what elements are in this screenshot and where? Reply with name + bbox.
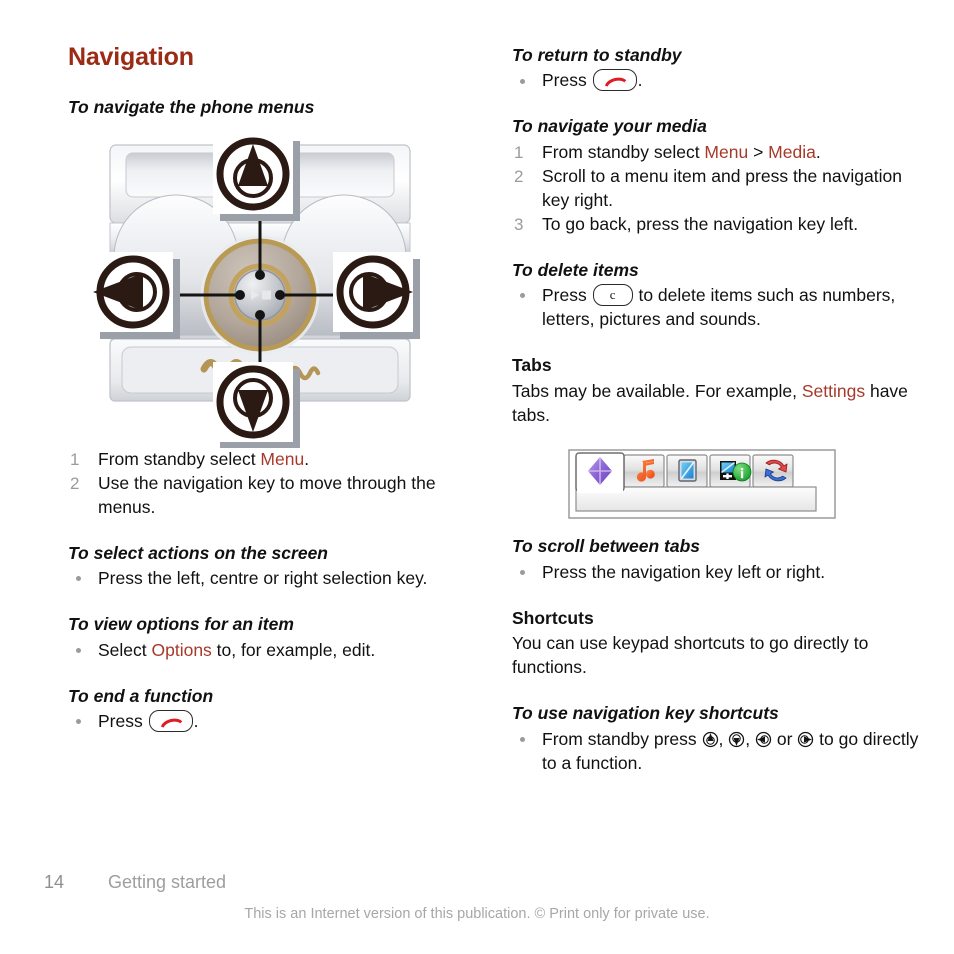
step-item: 2 Use the navigation key to move through … [68,472,478,520]
step-item: 1 From standby select Menu > Media. [512,141,922,165]
bullets-delete-items: Press c to delete items such as numbers,… [512,284,922,332]
ui-reference-settings: Settings [801,380,866,401]
ui-reference-menu: Menu [704,141,749,162]
bullets-end-function: Press . [68,710,478,734]
shortcuts-description: You can use keypad shortcuts to go direc… [512,633,869,678]
step-number: 1 [70,449,80,469]
bullet-text: Select [98,639,152,660]
steps-navigate-phone-menus: 1 From standby select Menu. 2 Use the navi… [68,448,478,520]
end-call-key-icon [592,69,637,92]
bullet-text-after: . [637,70,643,91]
step-item: 1 From standby select Menu. [68,448,478,472]
step-number: 1 [514,142,524,162]
page-title: Navigation [68,43,194,71]
footer-copyright-note: This is an Internet version of this publ… [244,906,710,922]
bullets-navigation-shortcuts: From standby press , , or to go directly… [512,728,922,776]
bullet-item: Press the navigation key left or right. [512,561,922,585]
task-title-select-actions: To select actions on the screen [68,542,328,563]
ui-reference-media: Media [768,141,816,162]
step-separator: > [748,141,769,162]
step-text: From standby select [542,141,705,162]
tabs-strip-screenshot [568,449,836,520]
manual-page: Navigation To navigate the phone menus 1… [0,0,954,954]
picture-icon [678,459,697,483]
step-item: 2 Scroll to a menu item and press the nav… [512,165,922,213]
step-item: 3 To go back, press the navigation key le… [512,213,922,237]
bullet-dot [76,576,81,582]
bullet-text-after: . [193,711,199,732]
bullet-dot [520,293,525,299]
c-key-letter: c [609,287,616,303]
step-number: 2 [514,166,524,186]
shortcut-separator-1: , [718,728,729,749]
bullet-item: From standby press , , or to go directly… [512,728,922,776]
bullet-item: Press c to delete items such as numbers,… [512,284,922,332]
bullet-dot [520,78,525,84]
picture-info-icon [720,461,752,482]
task-title-return-standby: To return to standby [512,45,682,65]
step-text-after: . [304,448,310,469]
task-title-delete-items: To delete items [512,259,639,280]
bullet-text: Press the left, centre or right selectio… [98,568,428,589]
phone-navigation-key-diagram [92,123,442,448]
bullet-text: Press [98,711,148,732]
bullets-select-actions: Press the left, centre or right selectio… [68,567,478,591]
left-column: Navigation To navigate the phone menus 1… [68,43,478,734]
bullet-text-after: to, for example, edit. [211,639,376,660]
right-column: To return to standby Press . To navigate… [512,44,922,776]
ui-reference: Menu [260,448,305,469]
tabs-text-before: Tabs may be available. For example, [512,380,802,401]
task-title-navigate-media: To navigate your media [512,116,707,137]
footer-chapter-name: Getting started [108,872,227,892]
bullet-text: From standby press [542,728,702,749]
bullet-text: Press [542,285,592,306]
bullet-item: Press the left, centre or right selectio… [68,567,478,591]
c-clear-key-icon: c [592,284,633,307]
page-footer: 14 Getting started This is an Internet v… [0,872,954,936]
bullet-item: Select Options to, for example, edit. [68,639,478,663]
bullet-dot [76,647,81,653]
steps-navigate-media: 1 From standby select Menu > Media. 2 Scro… [512,141,922,237]
step-text: Scroll to a menu item and press the navi… [542,165,902,210]
nav-up-mini-icon [702,731,719,748]
bullet-dot [520,570,525,575]
step-text-after: . [815,141,821,162]
bullets-scroll-tabs: Press the navigation key left or right. [512,561,922,585]
bullet-item: Press . [68,710,478,734]
nav-right-mini-icon [797,731,814,748]
bullets-view-options: Select Options to, for example, edit. [68,639,478,663]
task-title-view-options: To view options for an item [68,614,294,635]
step-number: 3 [514,214,524,234]
step-text: From standby select [98,448,261,469]
footer-page-number: 14 [44,872,65,892]
task-title-navigate-phone-menus: To navigate the phone menus [68,96,315,117]
ui-reference: Options [151,639,212,660]
bullet-text: Press [542,70,592,91]
step-text: To go back, press the navigation key lef… [542,213,859,234]
task-title-end-function: To end a function [68,685,214,706]
step-number: 2 [70,473,80,493]
task-title-navigation-shortcuts: To use navigation key shortcuts [512,703,779,724]
bullet-item: Press . [512,69,922,93]
bullet-dot [76,719,81,725]
end-call-key-icon [148,710,193,733]
shortcut-separator-2: , [745,728,755,749]
tabs-description: Tabs may be available. For example, Sett… [512,380,922,428]
shortcut-separator-3: or [771,728,798,749]
bullets-return-standby: Press . [512,69,922,93]
subsection-title-tabs: Tabs [512,355,552,376]
nav-left-mini-icon [755,731,772,748]
nav-down-mini-icon [728,731,745,748]
subsection-title-shortcuts: Shortcuts [512,607,594,628]
bullet-text: Press the navigation key left or right. [542,561,826,582]
bullet-dot [520,736,525,742]
step-text: Use the navigation key to move through t… [98,472,436,517]
task-title-scroll-tabs: To scroll between tabs [512,536,701,557]
